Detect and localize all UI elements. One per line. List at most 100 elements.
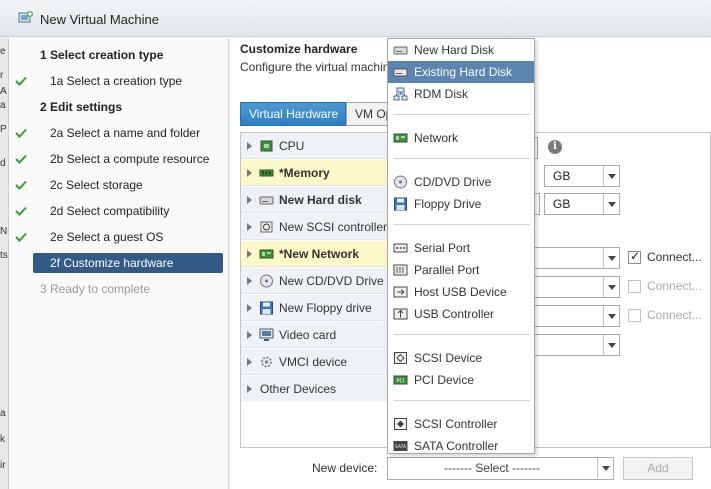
cd-dvd-connect-checkbox[interactable] bbox=[628, 280, 641, 293]
menu-item-new-hard-disk[interactable]: New Hard Disk bbox=[388, 39, 534, 61]
hw-row-label: New CD/DVD Drive bbox=[279, 274, 384, 288]
step-2f-active[interactable]: 2f Customize hardware bbox=[33, 253, 223, 273]
menu-separator bbox=[394, 334, 530, 335]
network-select[interactable] bbox=[528, 247, 620, 269]
menu-item-label: CD/DVD Drive bbox=[414, 175, 492, 189]
menu-item-pci-device[interactable]: PCI PCI Device bbox=[388, 369, 534, 391]
menu-item-parallel-port[interactable]: Parallel Port bbox=[388, 259, 534, 281]
expand-arrow-icon[interactable] bbox=[247, 196, 252, 204]
menu-item-scsi-controller[interactable]: SCSI Controller bbox=[388, 413, 534, 435]
expand-arrow-icon[interactable] bbox=[247, 277, 252, 285]
hw-row-new-scsi-controller[interactable]: New SCSI controller bbox=[241, 214, 387, 240]
menu-item-label: Serial Port bbox=[414, 241, 471, 255]
hw-row-cpu[interactable]: CPU bbox=[241, 133, 387, 159]
edge-text: N bbox=[0, 226, 8, 237]
hw-row-new-hard-disk[interactable]: New Hard disk bbox=[241, 187, 387, 213]
hard-disk-icon bbox=[393, 46, 408, 55]
menu-separator bbox=[394, 158, 530, 159]
tab-virtual-hardware[interactable]: Virtual Hardware bbox=[240, 102, 346, 126]
menu-item-network[interactable]: Network bbox=[388, 127, 534, 149]
hw-row-memory[interactable]: *Memory bbox=[241, 160, 387, 186]
chevron-down-icon bbox=[603, 166, 619, 186]
floppy-connect-label: Connect... bbox=[647, 308, 702, 322]
memory-unit-select[interactable]: GB bbox=[544, 165, 620, 187]
hw-row-label: *New Network bbox=[279, 247, 360, 261]
menu-item-label: SCSI Controller bbox=[414, 417, 498, 431]
step-2c[interactable]: 2c Select storage bbox=[9, 175, 229, 195]
network-icon bbox=[393, 133, 408, 143]
hw-row-label: New SCSI controller bbox=[279, 220, 388, 234]
hw-row-new-floppy-drive[interactable]: New Floppy drive bbox=[241, 295, 387, 321]
floppy-select[interactable] bbox=[528, 305, 620, 327]
chevron-down-icon bbox=[603, 277, 619, 297]
new-device-select[interactable]: ------- Select ------- bbox=[387, 457, 614, 480]
expand-arrow-icon[interactable] bbox=[247, 304, 252, 312]
chevron-down-icon bbox=[597, 458, 613, 478]
scsi-controller-icon bbox=[394, 418, 407, 430]
menu-item-label: Parallel Port bbox=[414, 263, 480, 277]
add-device-button[interactable]: Add bbox=[623, 457, 693, 480]
hw-row-label: New Floppy drive bbox=[279, 301, 372, 315]
expand-arrow-icon[interactable] bbox=[247, 142, 252, 150]
step-1a[interactable]: 1a Select a creation type bbox=[9, 71, 229, 91]
expand-arrow-icon[interactable] bbox=[247, 331, 252, 339]
hw-row-vmci-device[interactable]: VMCI device bbox=[241, 349, 387, 375]
step-label: 2 Edit settings bbox=[40, 100, 123, 114]
chevron-down-icon bbox=[603, 306, 619, 326]
step-2b[interactable]: 2b Select a compute resource bbox=[9, 149, 229, 169]
expand-arrow-icon[interactable] bbox=[247, 250, 252, 258]
usb-device-icon bbox=[393, 286, 408, 298]
menu-item-label: New Hard Disk bbox=[414, 43, 495, 57]
checkmark-icon bbox=[15, 180, 27, 190]
pci-device-icon: PCI bbox=[393, 375, 408, 385]
expand-arrow-icon[interactable] bbox=[247, 385, 252, 393]
menu-item-label: Network bbox=[414, 131, 459, 145]
hw-row-label: Video card bbox=[279, 328, 337, 342]
cd-dvd-connect-label: Connect... bbox=[647, 279, 702, 293]
scsi-controller-icon bbox=[260, 221, 273, 233]
hw-row-new-cd-dvd-drive[interactable]: New CD/DVD Drive bbox=[241, 268, 387, 294]
network-connect-checkbox[interactable] bbox=[628, 249, 641, 264]
hard-disk-icon bbox=[393, 68, 408, 77]
step-2d[interactable]: 2d Select compatibility bbox=[9, 201, 229, 221]
network-connect-label: Connect... bbox=[647, 250, 702, 264]
menu-item-label: Floppy Drive bbox=[414, 197, 482, 211]
hw-row-video-card[interactable]: Video card bbox=[241, 322, 387, 348]
expand-arrow-icon[interactable] bbox=[247, 358, 252, 366]
step-2a[interactable]: 2a Select a name and folder bbox=[9, 123, 229, 143]
menu-item-usb-controller[interactable]: USB Controller bbox=[388, 303, 534, 325]
new-device-label: New device: bbox=[312, 461, 378, 475]
menu-item-rdm-disk[interactable]: RDM Disk bbox=[388, 83, 534, 105]
checkmark-icon bbox=[15, 76, 27, 86]
sata-controller-icon: SATA bbox=[393, 441, 408, 451]
window-title: New Virtual Machine bbox=[40, 12, 159, 27]
menu-item-host-usb-device[interactable]: Host USB Device bbox=[388, 281, 534, 303]
checkmark-icon bbox=[15, 128, 27, 138]
menu-item-label: USB Controller bbox=[414, 307, 495, 321]
cd-dvd-select[interactable] bbox=[528, 276, 620, 298]
svg-text:SATA: SATA bbox=[395, 444, 407, 450]
disk-unit-select[interactable]: GB bbox=[544, 193, 620, 215]
chevron-down-icon bbox=[603, 248, 619, 268]
step-2e[interactable]: 2e Select a guest OS bbox=[9, 227, 229, 247]
menu-item-cd-dvd-drive[interactable]: CD/DVD Drive bbox=[388, 171, 534, 193]
step-label: 3 Ready to complete bbox=[40, 282, 151, 296]
expand-arrow-icon[interactable] bbox=[247, 169, 252, 177]
info-icon[interactable]: i bbox=[548, 140, 562, 154]
video-card-icon bbox=[259, 328, 274, 341]
scsi-device-icon bbox=[394, 352, 407, 364]
edge-text: r bbox=[0, 70, 4, 81]
hw-row-other-devices[interactable]: Other Devices bbox=[241, 376, 387, 402]
hw-row-new-network[interactable]: *New Network bbox=[241, 241, 387, 267]
menu-item-serial-port[interactable]: Serial Port bbox=[388, 237, 534, 259]
expand-arrow-icon[interactable] bbox=[247, 223, 252, 231]
floppy-connect-checkbox[interactable] bbox=[628, 309, 641, 322]
hw-row-label: New Hard disk bbox=[279, 193, 362, 207]
menu-item-existing-hard-disk[interactable]: Existing Hard Disk bbox=[388, 61, 534, 83]
chevron-down-icon bbox=[603, 194, 619, 214]
menu-item-sata-controller[interactable]: SATA SATA Controller bbox=[388, 435, 534, 457]
menu-item-floppy-drive[interactable]: Floppy Drive bbox=[388, 193, 534, 215]
menu-item-scsi-device[interactable]: SCSI Device bbox=[388, 347, 534, 369]
video-card-select[interactable] bbox=[528, 334, 620, 356]
edge-text: a bbox=[0, 408, 6, 419]
